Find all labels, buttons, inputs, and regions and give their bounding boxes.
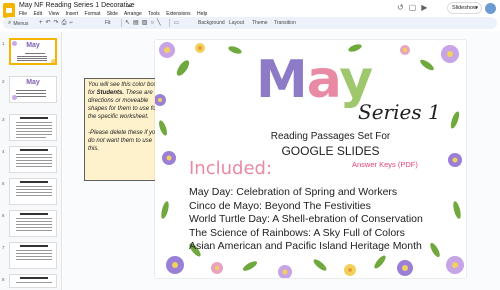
slide-thumbnail[interactable] <box>9 274 57 288</box>
flower-icon <box>446 256 464 274</box>
menus-label: Menus <box>13 20 29 27</box>
flower-icon <box>344 264 356 276</box>
slide-title-may: May <box>256 50 373 110</box>
flower-icon <box>166 256 184 274</box>
series-label: Series 1 <box>358 100 441 124</box>
history-icon[interactable]: ↺ <box>397 3 404 12</box>
slide-thumbnail[interactable]: May <box>9 38 57 65</box>
slide-thumbnail[interactable] <box>9 114 57 141</box>
slide-number: 2 <box>2 79 5 84</box>
slide-thumbnail[interactable] <box>9 242 57 269</box>
slide-number: 7 <box>2 245 5 250</box>
answer-keys-label: Answer Keys (PDF) <box>352 160 418 169</box>
cloud-saved-icon[interactable]: ☁ <box>126 3 132 9</box>
search-icon: ⌕ <box>8 20 12 26</box>
menus-search[interactable]: ⌕ Menus <box>8 20 28 27</box>
text-box-icon[interactable]: ▤ <box>133 20 139 26</box>
slide-number: 6 <box>2 213 5 218</box>
toolbar-divider <box>121 19 122 27</box>
list-item: World Turtle Day: A Shell-ebration of Co… <box>189 213 423 225</box>
flower-icon <box>397 260 413 276</box>
note-paragraph-1: You will see this color box for Students… <box>88 82 158 120</box>
undo-icon[interactable]: ↶ <box>46 20 51 26</box>
slide-filmstrip: 1 May 2 May 3 4 5 6 7 8 <box>0 32 62 290</box>
students-emphasis: Students. <box>96 90 125 96</box>
flower-icon <box>278 265 292 278</box>
list-item: The Science of Rainbows: A Sky Full of C… <box>189 226 405 239</box>
included-heading: Included: <box>189 158 273 179</box>
slide-thumbnail[interactable]: May <box>9 76 57 103</box>
toolbar: ⌕ Menus + ↶ ↷ ⎙ ⌐ Fit ↖ ▤ ▨ ○ ╲ ▭ Background Lay… <box>3 17 497 29</box>
toolbar-insert-icons: ↖ ▤ ▨ ○ ╲ <box>125 19 164 26</box>
thumb-title: May <box>26 79 40 86</box>
move-folder-icon[interactable]: ▭ <box>117 3 123 9</box>
comment-icon[interactable]: ▢ <box>409 3 417 12</box>
title-icons: ☆ ▭ ☁ <box>109 2 135 9</box>
list-item: Cinco de Mayo: Beyond The Festivities <box>189 199 371 212</box>
select-icon[interactable]: ↖ <box>125 20 130 26</box>
zoom-select[interactable]: Fit <box>105 20 111 26</box>
shape-icon[interactable]: ○ <box>150 20 154 26</box>
avatar[interactable] <box>485 3 496 14</box>
line-icon[interactable]: ╲ <box>157 20 161 26</box>
slide-thumbnail[interactable] <box>9 146 57 173</box>
layout-button[interactable]: Layout <box>229 20 244 26</box>
slide-number: 5 <box>2 181 5 186</box>
slide-number: 8 <box>2 277 5 282</box>
slide-number: 1 <box>2 41 5 46</box>
paint-format-icon[interactable]: ⌐ <box>69 20 73 26</box>
current-slide[interactable]: May Series 1 Reading Passages Set For GO… <box>155 40 466 278</box>
header-icons: ↺ ▢ ▶ <box>397 3 432 15</box>
slide-thumbnail[interactable] <box>9 178 57 205</box>
redo-icon[interactable]: ↷ <box>54 20 59 26</box>
subtitle-google-slides: GOOGLE SLIDES <box>281 144 380 158</box>
flower-icon <box>195 43 205 53</box>
comment-add-icon[interactable]: ▭ <box>174 20 179 26</box>
slide-number: 3 <box>2 117 5 122</box>
new-slide-icon[interactable]: + <box>39 20 43 26</box>
flower-icon <box>159 42 175 58</box>
flower-icon <box>155 94 166 106</box>
slide-number: 4 <box>2 149 5 154</box>
toolbar-edit-icons: + ↶ ↷ ⎙ ⌐ <box>39 19 76 27</box>
slides-logo-icon[interactable] <box>3 3 15 18</box>
toolbar-divider <box>169 19 170 27</box>
thumb-title: May <box>26 42 40 49</box>
flower-icon <box>441 45 459 63</box>
theme-button[interactable]: Theme <box>252 20 268 26</box>
slideshow-button[interactable]: Slideshow ▾ <box>447 2 482 14</box>
subtitle-reading-passages: Reading Passages Set For <box>270 131 391 142</box>
slideshow-label: Slideshow <box>452 5 478 11</box>
star-icon[interactable]: ☆ <box>109 3 114 9</box>
print-icon[interactable]: ⎙ <box>62 20 67 26</box>
student-note-box[interactable]: You will see this color box for Students… <box>84 78 166 181</box>
list-item: Asian American and Pacific Island Herita… <box>189 240 422 252</box>
transition-button[interactable]: Transition <box>274 20 296 26</box>
passage-list: May Day: Celebration of Spring and Worke… <box>189 186 423 254</box>
flower-icon <box>400 45 410 55</box>
note-paragraph-2: -Please delete these if you do not want … <box>88 130 159 152</box>
meet-icon[interactable]: ▶ <box>421 3 427 12</box>
chevron-down-icon[interactable]: ▾ <box>475 3 478 13</box>
slide-thumbnail[interactable] <box>9 210 57 237</box>
list-item: May Day: Celebration of Spring and Worke… <box>189 186 398 198</box>
background-button[interactable]: Background <box>198 20 225 26</box>
flower-icon <box>211 262 223 274</box>
image-icon[interactable]: ▨ <box>142 20 148 26</box>
